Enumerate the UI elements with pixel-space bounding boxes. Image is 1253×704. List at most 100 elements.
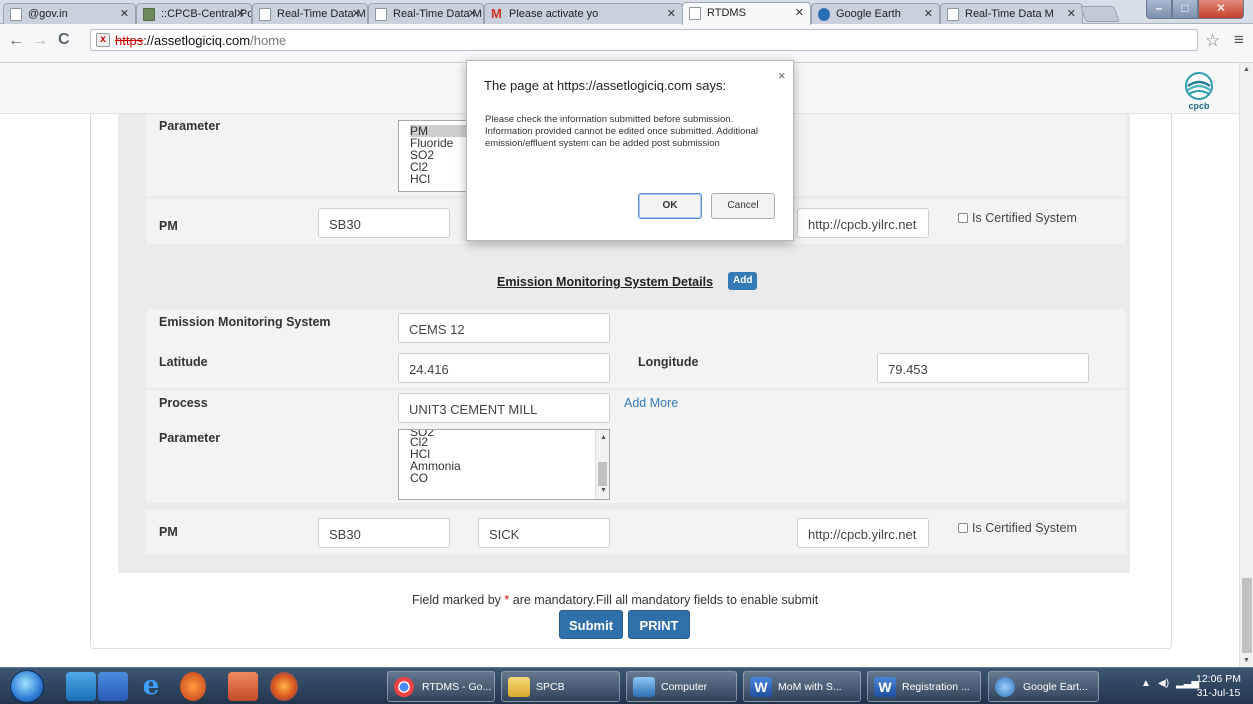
pm-make-input[interactable]: SICK [478, 518, 610, 548]
add-system-button[interactable]: Add [728, 272, 758, 290]
close-icon[interactable]: ✕ [924, 7, 933, 20]
page-icon [689, 7, 701, 20]
browser-tab-4[interactable]: Real-Time Data M ✕ [368, 3, 484, 24]
browser-tab-3[interactable]: Real-Time Data M ✕ [252, 3, 368, 24]
pm-analyzer-input[interactable]: SB30 [318, 208, 450, 238]
menu-icon[interactable]: ≡ [1234, 30, 1244, 50]
browser-tab-8[interactable]: Real-Time Data M ✕ [940, 3, 1083, 24]
checkbox-icon[interactable] [958, 213, 968, 223]
close-icon[interactable]: ✕ [352, 7, 361, 20]
list-option[interactable]: CO [410, 472, 609, 484]
address-bar[interactable]: x https://assetlogiciq.com/home [90, 29, 1198, 51]
pm-url-input[interactable]: http://cpcb.yilrc.net [797, 208, 929, 238]
forward-arrow-icon[interactable]: → [32, 32, 48, 50]
pm-analyzer-input[interactable]: SB30 [318, 518, 450, 548]
cpcb-logo-icon: cpcb [1185, 72, 1213, 111]
google-earth-icon [995, 677, 1015, 697]
process-input[interactable]: UNIT3 CEMENT MILL [398, 393, 610, 423]
scroll-down-icon[interactable]: ▼ [1243, 657, 1250, 664]
system-clock[interactable]: 12:06 PM 31-Jul-15 [1196, 672, 1241, 700]
taskbar-item-word-2[interactable]: W Registration ... [867, 671, 981, 702]
taskbar-item-folder[interactable]: SPCB [501, 671, 620, 702]
taskbar-label: MoM with S... [778, 681, 842, 693]
close-icon[interactable]: ✕ [1067, 7, 1076, 20]
tab-title: Google Earth [836, 8, 901, 20]
page-icon [947, 8, 959, 21]
close-icon[interactable]: ✕ [236, 7, 245, 20]
page-scrollbar[interactable]: ▲ ▼ [1239, 63, 1253, 667]
browser-tab-strip: @gov.in ✕ ::CPCB-Central Po ✕ Real-Time … [0, 0, 1253, 25]
scroll-down-icon[interactable]: ▼ [600, 485, 607, 497]
cancel-button[interactable]: Cancel [711, 193, 775, 219]
volume-icon[interactable]: ◀) [1158, 678, 1169, 689]
window-close-button[interactable]: ✕ [1198, 0, 1244, 19]
close-icon[interactable]: ✕ [795, 6, 804, 19]
taskbar-label: Registration ... [902, 681, 970, 693]
ems-input[interactable]: CEMS 12 [398, 313, 610, 343]
computer-icon [633, 677, 655, 697]
parameter-listbox-lower[interactable]: SO2 Cl2 HCl Ammonia CO ▲ ▼ [398, 429, 610, 500]
new-tab-button[interactable] [1080, 6, 1120, 22]
list-option[interactable]: HCl [410, 173, 469, 185]
maximize-button[interactable]: □ [1172, 0, 1198, 19]
checkbox-icon[interactable] [958, 523, 968, 533]
certified-checkbox[interactable]: Is Certified System [958, 521, 1077, 535]
dialog-title: The page at https://assetlogiciq.com say… [484, 78, 727, 93]
submit-button[interactable]: Submit [559, 610, 623, 639]
taskbar-label: RTDMS - Go... [422, 681, 492, 693]
pinned-app-icon[interactable] [180, 672, 206, 701]
taskbar-item-google-earth[interactable]: Google Eart... [988, 671, 1099, 702]
taskbar-item-computer[interactable]: Computer [626, 671, 737, 702]
bookmark-star-icon[interactable]: ☆ [1205, 31, 1220, 51]
browser-tab-5[interactable]: M Please activate yo ✕ [484, 3, 683, 24]
close-icon[interactable]: ✕ [120, 7, 129, 20]
ok-button[interactable]: OK [638, 193, 702, 219]
internet-explorer-icon[interactable]: e [136, 672, 166, 701]
back-arrow-icon[interactable]: ← [8, 32, 24, 50]
google-earth-icon [818, 8, 830, 21]
firefox-icon[interactable] [270, 672, 298, 701]
browser-tab-rtdms[interactable]: RTDMS ✕ [682, 2, 811, 25]
close-icon[interactable]: ✕ [667, 7, 676, 20]
close-icon[interactable]: × [778, 68, 786, 83]
pinned-app-icon[interactable] [66, 672, 96, 701]
powerpoint-icon[interactable] [228, 672, 258, 701]
start-button[interactable] [10, 670, 44, 703]
scroll-up-icon[interactable]: ▲ [600, 432, 607, 444]
gmail-icon: M [491, 6, 502, 21]
taskbar-label: Google Eart... [1023, 681, 1088, 693]
folder-icon [508, 677, 530, 697]
reload-icon[interactable]: C [58, 31, 70, 49]
list-option[interactable]: Ammonia [410, 460, 609, 472]
add-more-link[interactable]: Add More [624, 396, 678, 410]
certified-checkbox[interactable]: Is Certified System [958, 211, 1077, 225]
parameter-label: Parameter [159, 119, 221, 133]
latitude-input[interactable]: 24.416 [398, 353, 610, 383]
section-title: Emission Monitoring System Details [497, 275, 714, 289]
browser-tab-2[interactable]: ::CPCB-Central Po ✕ [136, 3, 252, 24]
taskbar: e RTDMS - Go... SPCB Computer W MoM with… [0, 667, 1253, 704]
taskbar-item-chrome[interactable]: RTDMS - Go... [387, 671, 495, 702]
close-icon[interactable]: ✕ [468, 7, 477, 20]
show-hidden-icons-icon[interactable]: ▲ [1141, 678, 1151, 689]
minimize-button[interactable]: – [1146, 0, 1172, 19]
pinned-app-icon[interactable] [98, 672, 128, 701]
scroll-thumb[interactable] [598, 462, 607, 486]
mandatory-note: Field marked by * are mandatory.Fill all… [412, 593, 819, 607]
parameter-listbox-upper[interactable]: PM Fluoride SO2 Cl2 HCl [398, 120, 470, 192]
pm-url-input[interactable]: http://cpcb.yilrc.net [797, 518, 929, 548]
url-text: https://assetlogiciq.com/home [115, 33, 287, 48]
taskbar-item-word-1[interactable]: W MoM with S... [743, 671, 861, 702]
scroll-thumb[interactable] [1242, 578, 1252, 653]
print-button[interactable]: PRINT [628, 610, 690, 639]
scroll-up-icon[interactable]: ▲ [1243, 66, 1250, 73]
list-option[interactable]: Cl2 [410, 436, 609, 448]
insecure-lock-icon[interactable]: x [96, 33, 110, 47]
browser-tab-7[interactable]: Google Earth ✕ [811, 3, 940, 24]
clock-date: 31-Jul-15 [1196, 687, 1241, 699]
listbox-scrollbar[interactable]: ▲ ▼ [595, 430, 609, 499]
parameter-label: Parameter [159, 431, 221, 445]
process-label: Process [159, 396, 208, 410]
browser-tab-1[interactable]: @gov.in ✕ [3, 3, 136, 24]
longitude-input[interactable]: 79.453 [877, 353, 1089, 383]
